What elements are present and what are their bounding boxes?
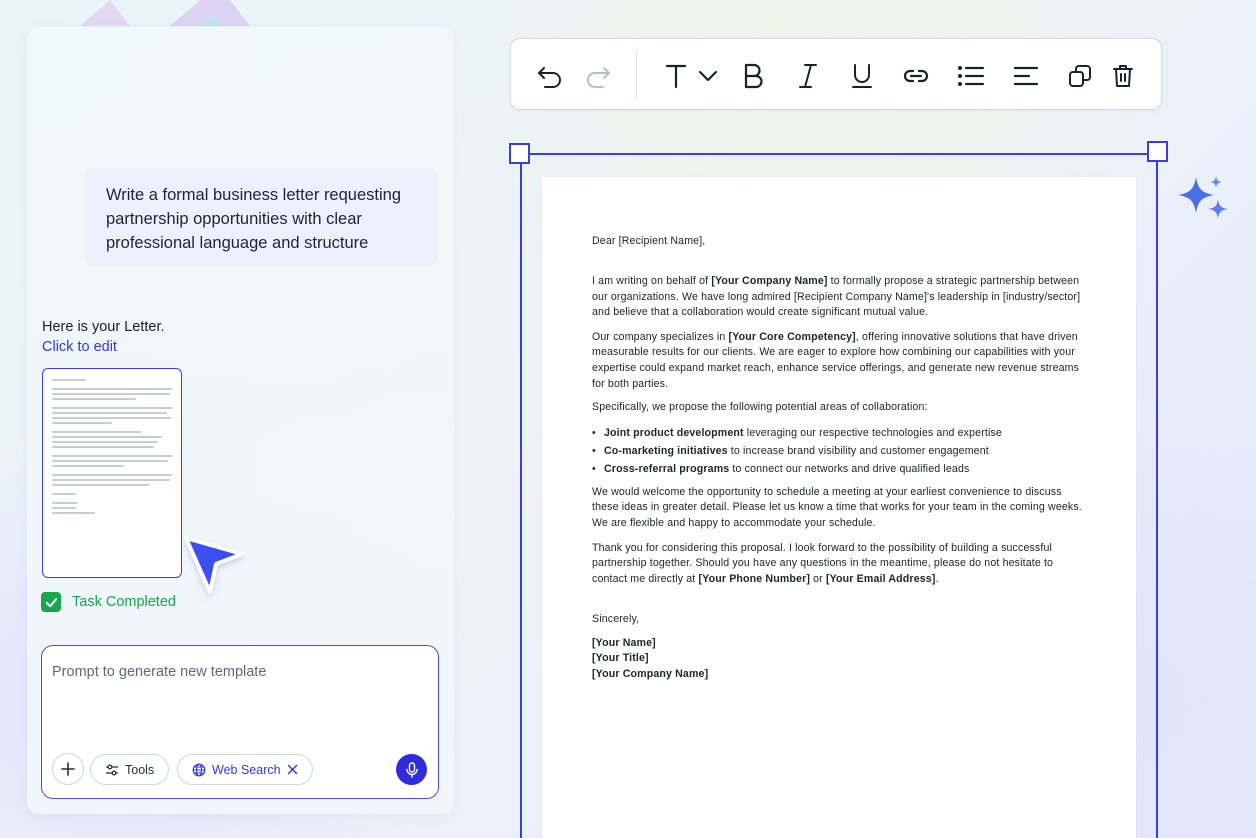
delete-button[interactable] [1108, 61, 1138, 91]
resize-handle-top-right[interactable] [1147, 141, 1168, 162]
bullet-list-icon [958, 66, 985, 86]
undo-button[interactable] [535, 61, 565, 91]
letter-paragraph-2: Our company specializes in [Your Core Co… [592, 330, 1080, 390]
microphone-icon [405, 761, 418, 778]
text-style-icon [665, 64, 687, 89]
link-icon [903, 69, 929, 83]
underline-icon [852, 64, 872, 88]
letter-paragraph-5: Thank you for considering this proposal.… [592, 541, 1054, 585]
microphone-button[interactable] [396, 754, 427, 785]
duplicate-icon [1069, 65, 1091, 87]
task-status: Task Completed [41, 592, 176, 612]
align-left-icon [1013, 66, 1039, 86]
web-search-label: Web Search [212, 762, 281, 777]
bullet-list-button[interactable] [956, 61, 986, 91]
plus-icon [61, 762, 75, 776]
web-search-chip[interactable]: Web Search [177, 754, 313, 785]
signature-company: [Your Company Name] [592, 667, 709, 680]
text-style-button[interactable] [661, 61, 691, 91]
prompt-composer: Tools Web Search [41, 645, 439, 799]
undo-icon [538, 67, 561, 88]
list-item: Joint product development leveraging our… [592, 424, 1084, 442]
collaboration-list: Joint product development leveraging our… [592, 424, 1084, 478]
user-prompt-message: Write a formal business letter requestin… [84, 168, 438, 266]
chevron-down-icon [698, 70, 718, 82]
redo-button[interactable] [583, 61, 613, 91]
signature-title: [Your Title] [592, 652, 649, 665]
underline-button[interactable] [847, 61, 877, 91]
letter-salutation: Dear [Recipient Name], [592, 235, 706, 247]
decorative-shape [80, 0, 250, 26]
list-item: Cross-referral programs to connect our n… [592, 460, 1084, 478]
align-left-button[interactable] [1011, 61, 1041, 91]
letter-thumbnail[interactable] [42, 368, 182, 578]
editor-toolbar [510, 38, 1162, 110]
resize-handle-top-left[interactable] [509, 143, 530, 164]
link-button[interactable] [901, 61, 931, 91]
sliders-icon [106, 764, 118, 775]
globe-icon [192, 763, 206, 776]
add-button[interactable] [52, 753, 84, 785]
task-status-label: Task Completed [72, 594, 176, 610]
delete-icon [1113, 65, 1133, 87]
prompt-input[interactable] [52, 664, 422, 680]
toolbar-divider [636, 50, 637, 100]
assistant-reply: Here is your Letter. [42, 319, 165, 335]
letter-paragraph-1: I am writing on behalf of [Your Company … [592, 275, 1081, 319]
tools-button[interactable]: Tools [90, 754, 170, 785]
italic-button[interactable] [793, 61, 823, 91]
list-item: Co-marketing initiatives to increase bra… [592, 442, 1084, 460]
letter-document[interactable]: Dear [Recipient Name], I am writing on b… [542, 177, 1136, 838]
tools-label: Tools [125, 762, 155, 777]
letter-closing: Sincerely, [592, 612, 640, 625]
text-style-dropdown[interactable] [693, 61, 723, 91]
bold-icon [744, 63, 763, 89]
sparkles-icon [1178, 176, 1228, 219]
bold-button[interactable] [738, 61, 768, 91]
checkmark-icon [41, 592, 61, 612]
letter-paragraph-3: Specifically, we propose the following p… [592, 401, 928, 414]
letter-paragraph-4: We would welcome the opportunity to sche… [592, 485, 1082, 530]
letter-body[interactable]: Dear [Recipient Name], I am writing on b… [592, 234, 1084, 682]
pointer-arrow-icon [184, 536, 244, 594]
close-icon[interactable] [287, 764, 298, 775]
redo-icon [587, 67, 610, 88]
click-to-edit-link[interactable]: Click to edit [42, 339, 117, 355]
signature-name: [Your Name] [592, 636, 656, 649]
duplicate-button[interactable] [1065, 61, 1095, 91]
italic-icon [799, 64, 817, 88]
